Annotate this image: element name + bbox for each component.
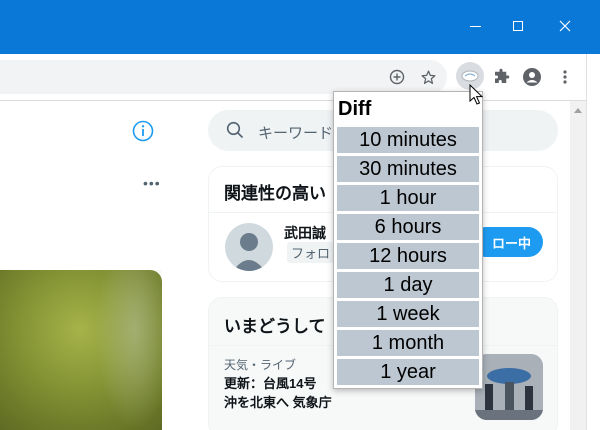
minimize-button[interactable]	[460, 12, 490, 40]
more-vert-icon[interactable]	[554, 66, 576, 88]
puzzle-icon[interactable]	[490, 66, 512, 88]
window-edge	[586, 54, 600, 430]
trends-card-title: いまどうして	[224, 317, 326, 336]
add-circle-icon[interactable]	[386, 66, 408, 88]
recommend-card-title: 関連性の高い	[224, 184, 326, 203]
diff-option-6-hours[interactable]: 6 hours	[337, 214, 479, 240]
follows-you-tag: フォロ	[287, 242, 335, 263]
diff-option-1-day[interactable]: 1 day	[337, 272, 479, 298]
diff-option-1-week[interactable]: 1 week	[337, 301, 479, 327]
diff-option-1-hour[interactable]: 1 hour	[337, 185, 479, 211]
maximize-icon	[513, 21, 523, 31]
minimize-icon	[469, 25, 481, 27]
post-image[interactable]	[0, 270, 162, 430]
info-icon[interactable]	[132, 120, 154, 142]
diff-option-30-minutes[interactable]: 30 minutes	[337, 156, 479, 182]
avatar[interactable]	[225, 223, 273, 271]
search-placeholder: キーワード	[258, 125, 334, 142]
diff-option-1-month[interactable]: 1 month	[337, 330, 479, 356]
scrollbar[interactable]	[570, 101, 586, 430]
scroll-up-icon[interactable]	[574, 108, 582, 113]
diff-option-12-hours[interactable]: 12 hours	[337, 243, 479, 269]
address-bar[interactable]	[0, 60, 447, 94]
cursor-icon	[469, 84, 484, 105]
window-titlebar	[0, 0, 600, 54]
maximize-button[interactable]	[503, 12, 533, 40]
trend-text-line2: 沖を北東へ 気象庁	[224, 395, 332, 410]
trend-image[interactable]	[475, 354, 543, 420]
diff-option-1-year[interactable]: 1 year	[337, 359, 479, 385]
profile-icon[interactable]	[521, 66, 543, 88]
more-icon[interactable]: •••	[143, 175, 161, 191]
diff-popup: Diff 10 minutes 30 minutes 1 hour 6 hour…	[333, 91, 483, 389]
star-icon[interactable]	[417, 66, 439, 88]
close-button[interactable]	[550, 12, 580, 40]
close-icon	[559, 20, 571, 32]
post-image-blur	[95, 270, 162, 430]
user-name[interactable]: 武田誠	[284, 223, 326, 243]
diff-option-10-minutes[interactable]: 10 minutes	[337, 127, 479, 153]
diff-options-list: 10 minutes 30 minutes 1 hour 6 hours 12 …	[337, 127, 479, 388]
search-icon	[226, 121, 244, 139]
popup-title: Diff	[338, 98, 372, 120]
browser-toolbar	[0, 54, 600, 100]
trend-category: 天気・ライブ	[224, 358, 297, 372]
web-page: ••• キーワード 関連性の高い 武田誠 フォロ ロー中 いまどうして 天気・ラ…	[0, 101, 570, 430]
